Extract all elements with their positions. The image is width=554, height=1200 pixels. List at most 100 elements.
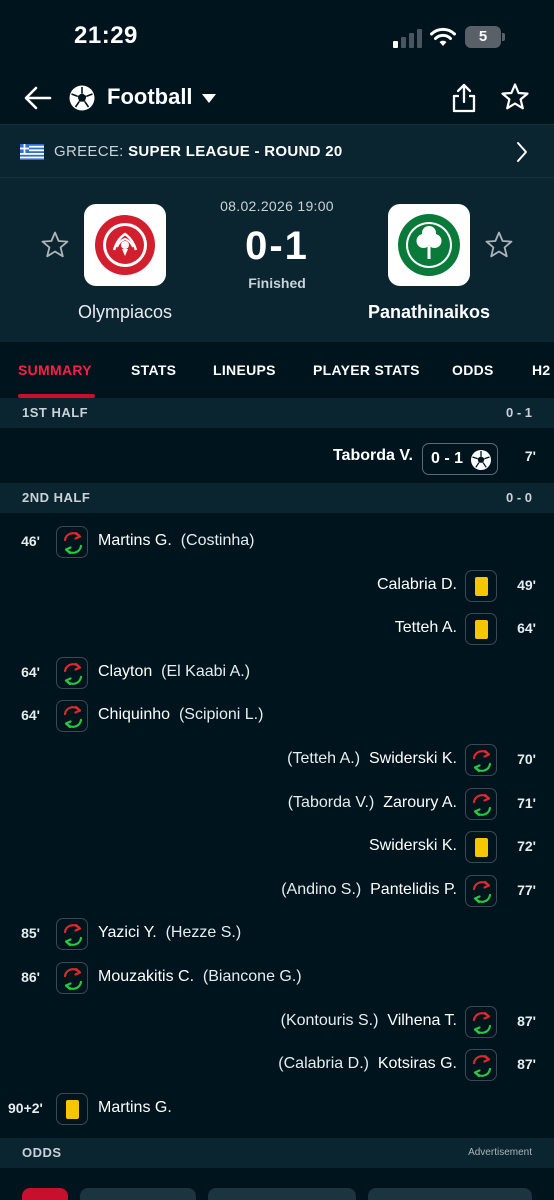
tab-player-stats[interactable]: PLAYER STATS bbox=[313, 362, 420, 378]
favorite-star-icon[interactable] bbox=[500, 82, 530, 112]
incident-minute: 64' bbox=[517, 620, 536, 637]
substitution-icon bbox=[63, 924, 83, 947]
league-country: GREECE: bbox=[54, 143, 124, 160]
card-player[interactable]: Martins G. bbox=[98, 1099, 172, 1116]
odds-chip[interactable] bbox=[80, 1188, 196, 1200]
substitution-row[interactable]: 85' Yazici Y. (Hezze S.) bbox=[0, 912, 554, 956]
status-bar: 21:29 5 bbox=[0, 0, 554, 72]
card-player[interactable]: Swiderski K. bbox=[369, 837, 457, 854]
player-out[interactable]: (Calabria D.) bbox=[278, 1055, 369, 1072]
player-out[interactable]: (Tetteh A.) bbox=[287, 750, 360, 767]
yellow-card-row[interactable]: 49' Calabria D. bbox=[0, 564, 554, 608]
yellow-card-icon bbox=[475, 620, 488, 640]
player-out[interactable]: (Scipioni L.) bbox=[179, 706, 263, 723]
match-status: Finished bbox=[248, 275, 306, 291]
tab-summary[interactable]: SUMMARY bbox=[18, 362, 92, 378]
player-in[interactable]: Swiderski K. bbox=[369, 750, 457, 767]
substitution-icon bbox=[472, 793, 492, 816]
odds-label: ODDS bbox=[22, 1145, 62, 1160]
substitution-icon bbox=[63, 706, 83, 729]
player-out[interactable]: (Taborda V.) bbox=[288, 794, 375, 811]
tab-bar: SUMMARY STATS LINEUPS PLAYER STATS ODDS … bbox=[0, 342, 554, 398]
goal-score-badge: 0 - 1 bbox=[422, 443, 498, 475]
first-half-label: 1ST HALF bbox=[22, 405, 89, 420]
player-in[interactable]: Yazici Y. bbox=[98, 924, 157, 941]
substitution-row[interactable]: 77' (Andino S.) Pantelidis P. bbox=[0, 869, 554, 913]
card-player[interactable]: Tetteh A. bbox=[395, 619, 457, 636]
substitution-badge bbox=[56, 700, 88, 733]
tab-lineups[interactable]: LINEUPS bbox=[213, 362, 276, 378]
first-half-header: 1ST HALF 0 - 1 bbox=[0, 398, 554, 428]
odds-chip[interactable] bbox=[22, 1188, 68, 1200]
player-out[interactable]: (Hezze S.) bbox=[166, 924, 242, 941]
player-in[interactable]: Mouzakitis C. bbox=[98, 968, 194, 985]
player-in[interactable]: Martins G. bbox=[98, 532, 172, 549]
incident-minute: 64' bbox=[21, 663, 40, 680]
away-team-name[interactable]: Panathinaikos bbox=[334, 302, 524, 323]
incident-players: (Calabria D.) Kotsiras G. bbox=[278, 1055, 457, 1073]
favorite-home-star-icon[interactable] bbox=[40, 230, 70, 260]
greece-flag-icon bbox=[20, 144, 44, 160]
app-header: Football bbox=[0, 72, 554, 124]
goal-row[interactable]: Taborda V. 0 - 1 7' bbox=[0, 435, 554, 479]
incident-minute: 72' bbox=[517, 838, 536, 855]
away-team-logo[interactable] bbox=[388, 204, 470, 286]
first-half-score: 0 - 1 bbox=[505, 405, 532, 420]
player-in[interactable]: Pantelidis P. bbox=[370, 881, 457, 898]
player-out[interactable]: (El Kaabi A.) bbox=[161, 663, 250, 680]
player-out[interactable]: (Kontouris S.) bbox=[281, 1012, 379, 1029]
player-in[interactable]: Vilhena T. bbox=[387, 1012, 457, 1029]
chevron-down-icon[interactable] bbox=[202, 94, 216, 103]
substitution-row[interactable]: 46' Martins G. (Costinha) bbox=[0, 520, 554, 564]
yellow-card-badge bbox=[465, 569, 497, 602]
player-in[interactable]: Zaroury A. bbox=[383, 794, 457, 811]
player-in[interactable]: Chiquinho bbox=[98, 706, 170, 723]
sport-title[interactable]: Football bbox=[107, 84, 193, 110]
incident-players: Chiquinho (Scipioni L.) bbox=[98, 706, 263, 724]
league-label: GREECE: SUPER LEAGUE - ROUND 20 bbox=[54, 143, 343, 160]
tab-odds[interactable]: ODDS bbox=[452, 362, 494, 378]
substitution-badge bbox=[56, 918, 88, 951]
card-player[interactable]: Calabria D. bbox=[377, 576, 457, 593]
home-team-logo[interactable] bbox=[84, 204, 166, 286]
player-in[interactable]: Clayton bbox=[98, 663, 152, 680]
substitution-badge bbox=[465, 1005, 497, 1038]
soccer-ball-icon[interactable] bbox=[68, 84, 96, 112]
yellow-card-row[interactable]: 90+2' Martins G. bbox=[0, 1087, 554, 1131]
home-team-name[interactable]: Olympiacos bbox=[30, 302, 220, 323]
player-out[interactable]: (Biancone G.) bbox=[203, 968, 302, 985]
favorite-away-star-icon[interactable] bbox=[484, 230, 514, 260]
back-arrow-icon[interactable] bbox=[22, 82, 54, 114]
substitution-row[interactable]: 87' (Kontouris S.) Vilhena T. bbox=[0, 1000, 554, 1044]
odds-chip[interactable] bbox=[208, 1188, 356, 1200]
substitution-badge bbox=[56, 962, 88, 994]
goal-scorer[interactable]: Taborda V. bbox=[333, 447, 413, 465]
substitution-row[interactable]: 87' (Calabria D.) Kotsiras G. bbox=[0, 1043, 554, 1087]
substitution-badge bbox=[56, 656, 88, 689]
second-half-label: 2ND HALF bbox=[22, 490, 91, 505]
chevron-right-icon[interactable] bbox=[515, 141, 529, 163]
yellow-card-icon bbox=[475, 576, 488, 596]
substitution-row[interactable]: 86' Mouzakitis C. (Biancone G.) bbox=[0, 956, 554, 1000]
tab-stats[interactable]: STATS bbox=[131, 362, 176, 378]
share-icon[interactable] bbox=[450, 82, 478, 114]
substitution-row[interactable]: 64' Clayton (El Kaabi A.) bbox=[0, 651, 554, 695]
substitution-icon bbox=[472, 1011, 492, 1034]
player-out[interactable]: (Costinha) bbox=[181, 532, 255, 549]
goal-minute: 7' bbox=[524, 448, 536, 464]
olympiacos-crest-icon bbox=[95, 215, 155, 275]
league-bar[interactable]: GREECE: SUPER LEAGUE - ROUND 20 bbox=[0, 124, 554, 178]
player-in[interactable]: Kotsiras G. bbox=[378, 1055, 457, 1072]
tab-h2h[interactable]: H2 bbox=[532, 362, 551, 378]
yellow-card-row[interactable]: 72' Swiderski K. bbox=[0, 825, 554, 869]
substitution-row[interactable]: 70' (Tetteh A.) Swiderski K. bbox=[0, 738, 554, 782]
wifi-icon bbox=[430, 27, 456, 46]
incident-minute: 70' bbox=[517, 751, 536, 767]
player-out[interactable]: (Andino S.) bbox=[281, 881, 361, 898]
incident-minute: 85' bbox=[21, 925, 40, 942]
yellow-card-row[interactable]: 64' Tetteh A. bbox=[0, 607, 554, 651]
substitution-row[interactable]: 64' Chiquinho (Scipioni L.) bbox=[0, 694, 554, 738]
substitution-row[interactable]: 71' (Taborda V.) Zaroury A. bbox=[0, 782, 554, 826]
yellow-card-badge bbox=[465, 613, 497, 646]
odds-chip[interactable] bbox=[368, 1188, 532, 1200]
